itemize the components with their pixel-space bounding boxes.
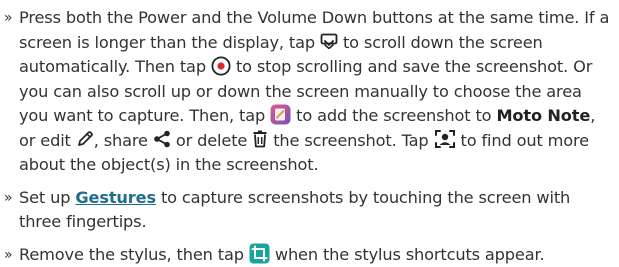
share-icon [153, 130, 171, 148]
moto-note-label: Moto Note [496, 106, 590, 125]
pencil-icon [76, 130, 94, 148]
item1-text-6: , share [94, 131, 148, 150]
instructions-list: » Press both the Power and the Volume Do… [0, 0, 619, 256]
moto-note-icon [270, 104, 291, 125]
list-item: » Set up Gestures to capture screenshots… [4, 186, 613, 235]
item1-text-7: or delete [176, 131, 247, 150]
stop-record-icon [211, 56, 231, 76]
lens-icon [434, 129, 456, 149]
trash-icon [252, 130, 268, 148]
bullet: » [4, 243, 12, 267]
bullet: » [4, 186, 12, 211]
list-item: » Press both the Power and the Volume Do… [4, 6, 613, 178]
bullet: » [4, 6, 12, 31]
gestures-link[interactable]: Gestures [75, 188, 156, 207]
item3-text-2: when the stylus shortcuts appear. [275, 245, 545, 264]
item1-text-8: the screenshot. Tap [273, 131, 428, 150]
item1-text-4: to add the screenshot to [296, 106, 491, 125]
item3-text-1: Remove the stylus, then tap [19, 245, 244, 264]
stylus-screenshot-icon [249, 243, 270, 264]
scroll-capture-icon [320, 33, 338, 49]
item2-text-1: Set up [19, 188, 70, 207]
list-item: » Remove the stylus, then tap when the s… [4, 243, 613, 267]
